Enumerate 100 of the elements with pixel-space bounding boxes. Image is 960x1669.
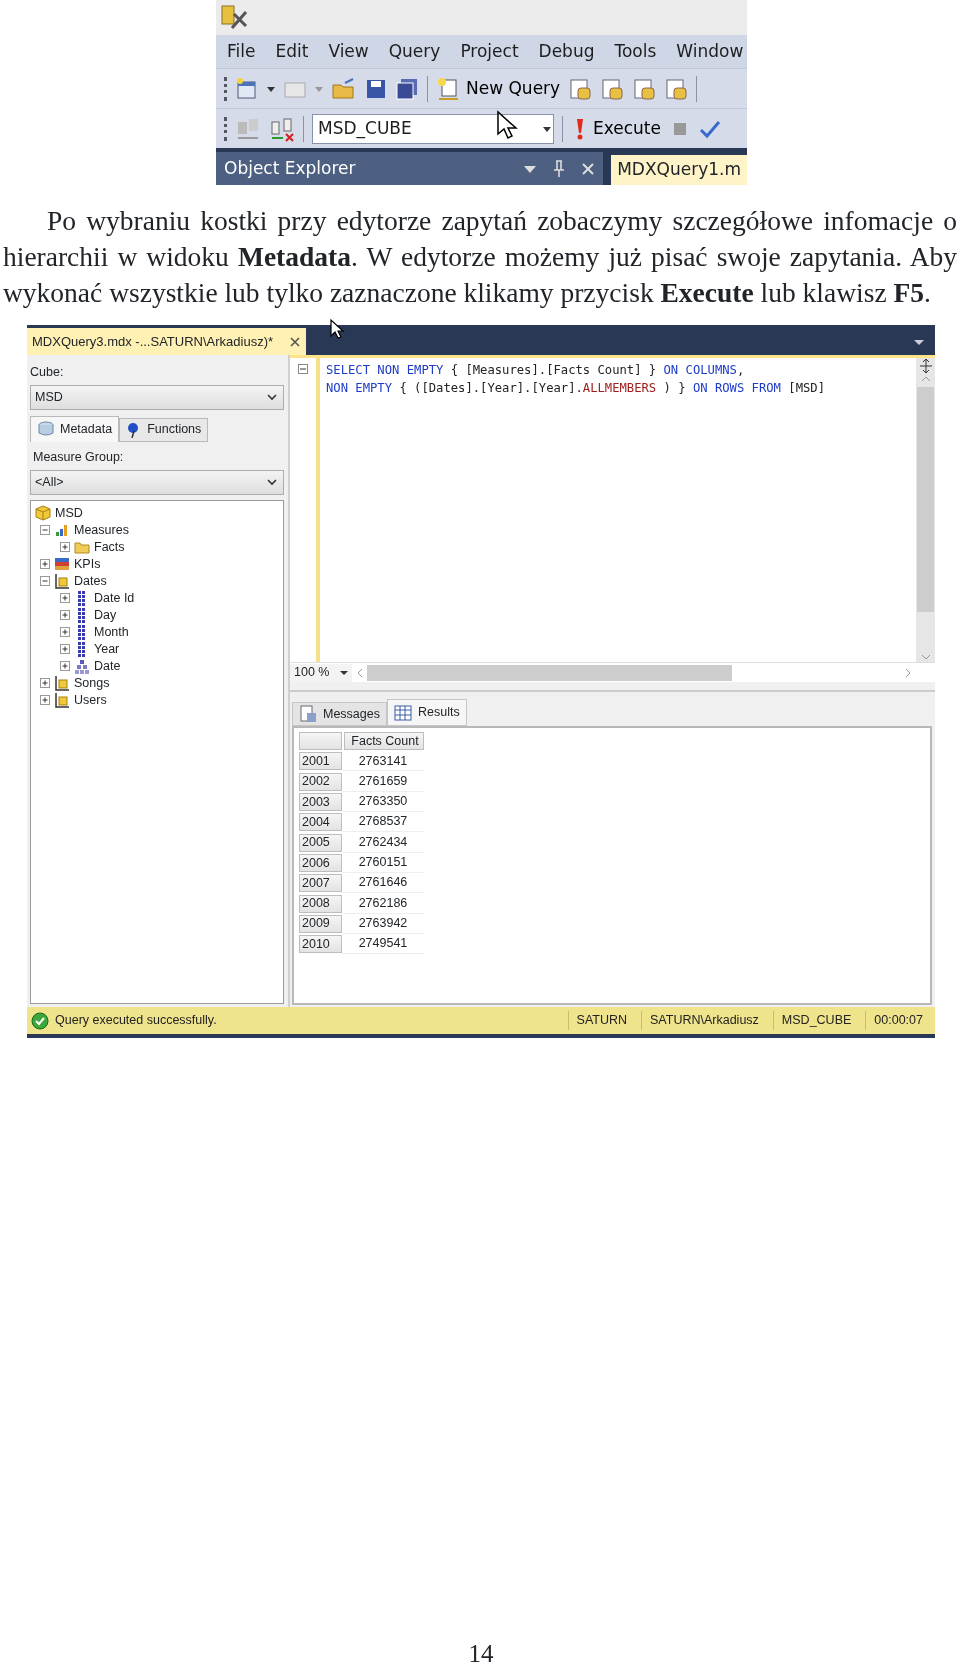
table-cell: 2761659 [342, 771, 424, 792]
tree-item[interactable]: Users [74, 690, 107, 710]
tree-item[interactable]: Dates [74, 571, 107, 591]
tree-item[interactable]: Date [94, 656, 121, 676]
expand-toggle-icon[interactable] [60, 542, 70, 552]
tree-item[interactable]: Facts [94, 537, 125, 557]
tab[interactable]: Functions [119, 417, 209, 442]
chevron-right-icon [904, 667, 912, 678]
tree-item[interactable]: Month [94, 622, 129, 642]
status-field: MSD_CUBE [772, 1011, 860, 1030]
bar-chart-icon [54, 522, 70, 538]
cursor-icon [329, 318, 345, 340]
tree-item[interactable]: Songs [74, 673, 110, 693]
collapse-toggle-icon[interactable] [40, 525, 50, 535]
messages-icon [299, 705, 317, 723]
dimension-icon [54, 692, 70, 708]
code-line: SELECT NON EMPTY { [Measures].[Facts Count] } ON COLUMNS, [325, 362, 746, 379]
menu-item[interactable]: File [227, 38, 256, 65]
table-cell: 2762186 [342, 893, 424, 914]
folder-icon[interactable] [331, 76, 357, 101]
new-project-icon[interactable] [235, 76, 259, 101]
close-icon[interactable] [289, 335, 301, 348]
tree-item[interactable]: Date Id [94, 588, 135, 608]
cube-dropdown[interactable]: MSD [30, 384, 284, 410]
split-icon [917, 358, 934, 374]
expand-toggle-icon[interactable] [40, 678, 50, 688]
dimension-icon [54, 675, 70, 691]
cursor-icon [496, 110, 518, 140]
chevron-down-icon [267, 393, 277, 402]
row-header: 2010 [299, 935, 342, 954]
chevron-down-icon [267, 478, 277, 486]
tree-item[interactable]: MSD [55, 503, 83, 523]
status-field: 00:00:07 [865, 1011, 931, 1030]
stack-icon [37, 421, 55, 438]
database-query-icon[interactable] [568, 76, 593, 101]
zoom-dropdown[interactable]: 100 % [290, 663, 352, 682]
hierarchy-icon [74, 658, 90, 674]
table-cell: 2761646 [342, 873, 424, 894]
menu-item[interactable]: Window [676, 38, 744, 65]
chevron-down-icon [919, 652, 932, 662]
save-all-icon[interactable] [395, 76, 419, 101]
tab[interactable]: Results [387, 699, 467, 726]
dropdown-icon[interactable] [913, 337, 925, 347]
row-header: 2002 [299, 772, 342, 791]
panel-title: Object Explorer [224, 156, 356, 180]
row-header: 2009 [299, 914, 342, 933]
tab[interactable]: Metadata [30, 415, 120, 442]
database-query-icon[interactable] [600, 76, 625, 101]
menu-item[interactable]: View [328, 38, 369, 65]
document-tab[interactable]: MDXQuery3.mdx -...SATURN\Arkadiusz)* [27, 328, 306, 355]
tab[interactable]: Messages [292, 702, 387, 726]
disconnect-icon[interactable] [269, 115, 295, 142]
table-cell: 2768537 [342, 812, 424, 833]
field-label: Measure Group: [32, 448, 125, 466]
database-query-icon[interactable] [664, 76, 689, 101]
menu-item[interactable]: Edit [275, 38, 309, 65]
paragraph: Po wybraniu kostki przy edytorze zapytań zobaczymy szczegółowe infomacje o hierarchii w widoku Metadata. W edytorze możemy już pisać swoje zapytania. Aby wykonać wszystkie lub tylko zaznaczone klikamy przycisk Execute lub klawisz F5. [2, 204, 958, 310]
new-query-button[interactable]: New Query [436, 75, 561, 102]
expand-toggle-icon[interactable] [60, 610, 70, 620]
folder-icon [74, 539, 90, 555]
menu-item[interactable]: Debug [538, 38, 595, 65]
row-header: 2001 [299, 752, 342, 771]
pin-icon[interactable] [553, 159, 566, 178]
status-message: Query executed successfully. [55, 1012, 217, 1030]
table-cell: 2763350 [342, 792, 424, 813]
app-icon [220, 4, 248, 30]
collapse-toggle-icon[interactable] [40, 576, 50, 586]
document-tab[interactable]: MDXQuery1.m [611, 155, 747, 185]
chevron-up-icon [919, 374, 932, 384]
expand-toggle-icon[interactable] [60, 661, 70, 671]
expand-toggle-icon[interactable] [60, 593, 70, 603]
stack-icon [54, 556, 70, 572]
collapse-icon[interactable] [298, 364, 308, 374]
database-query-icon[interactable] [632, 76, 657, 101]
page-number: 14 [467, 1639, 495, 1669]
code-line: NON EMPTY { ([Dates].[Year].[Year].ALLMEMBERS ) } ON ROWS FROM [MSD] [325, 380, 826, 397]
execute-button[interactable]: Execute [575, 115, 661, 142]
database-dropdown[interactable]: MSD_CUBE [312, 113, 554, 144]
row-header: 2003 [299, 793, 342, 812]
column-header: Facts Count [344, 732, 424, 751]
menu-item[interactable]: Query [388, 38, 441, 65]
status-field: SATURN\Arkadiusz [641, 1011, 767, 1030]
tree-item[interactable]: KPIs [74, 554, 101, 574]
expand-toggle-icon[interactable] [40, 559, 50, 569]
row-header: 2004 [299, 813, 342, 832]
menu-item[interactable]: Tools [614, 38, 657, 65]
table-cell: 2762434 [342, 832, 424, 853]
expand-toggle-icon[interactable] [60, 627, 70, 637]
tree-item[interactable]: Measures [74, 520, 129, 540]
exclamation-icon [575, 116, 585, 141]
tree-item[interactable]: Year [94, 639, 120, 659]
vertical-scrollbar[interactable] [916, 358, 935, 662]
menu-item[interactable]: Project [460, 38, 519, 65]
table-cell: 2760151 [342, 852, 424, 873]
measure-group-dropdown[interactable]: <All> [30, 469, 284, 495]
expand-toggle-icon[interactable] [40, 695, 50, 705]
table-icon [394, 704, 412, 721]
tree-item[interactable]: Day [94, 605, 117, 625]
chevron-left-icon [356, 667, 364, 678]
expand-toggle-icon[interactable] [60, 644, 70, 654]
